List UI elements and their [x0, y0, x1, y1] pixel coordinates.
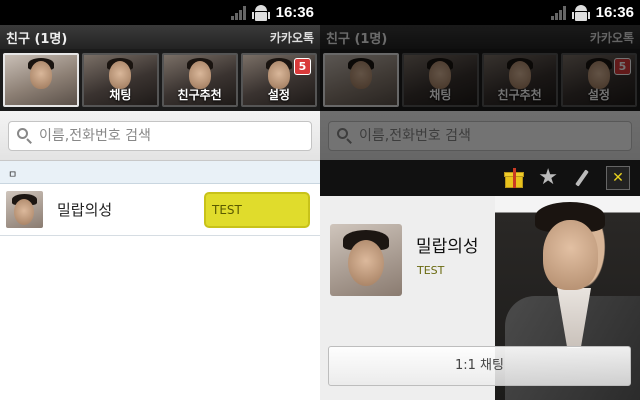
search-area [0, 111, 320, 161]
tab-photo [30, 61, 53, 89]
tab-friends[interactable] [3, 53, 80, 107]
notification-badge: 5 [294, 58, 311, 75]
profile-photo[interactable] [330, 224, 402, 296]
friend-list-item[interactable]: 밀랍의성 TEST [0, 184, 320, 236]
signal-icon [230, 5, 246, 20]
android-icon [251, 4, 270, 21]
tab-photo [109, 61, 132, 89]
friend-name: 밀랍의성 [57, 201, 113, 219]
profile-popup-screen: 16:36 친구 (1명) 카카오톡 채팅 친구추천 5 설정 [320, 0, 640, 400]
profile-popup: 밀랍의성 TEST 1:1 채팅 [320, 196, 640, 400]
tab-label: 채팅 [109, 88, 132, 102]
tab-chat[interactable]: 채팅 [82, 53, 159, 107]
tab-label: 친구추천 [177, 88, 222, 102]
tab-settings[interactable]: 5 설정 [240, 53, 317, 107]
profile-name: 밀랍의성 [416, 237, 479, 257]
profile-status: TEST [417, 264, 445, 277]
tab-photo [188, 61, 211, 89]
one-on-one-chat-button[interactable]: 1:1 채팅 [328, 346, 631, 386]
app-brand: 카카오톡 [269, 30, 314, 45]
page-title: 친구 (1명) [6, 31, 68, 47]
android-icon [571, 4, 590, 21]
avatar[interactable] [6, 191, 43, 228]
pencil-icon[interactable] [572, 168, 592, 188]
section-header: ㅁ [0, 161, 320, 184]
tab-photo [267, 61, 290, 89]
friends-screen: 16:36 친구 (1명) 카카오톡 채팅 친구추천 5 설정 ㅁ [0, 0, 320, 400]
tab-bar: 채팅 친구추천 5 설정 [0, 49, 320, 111]
tab-recommend[interactable]: 친구추천 [161, 53, 238, 107]
status-message-bubble: TEST [204, 192, 310, 228]
tab-label: 설정 [267, 88, 290, 102]
clock: 16:36 [275, 4, 314, 21]
search-box[interactable] [8, 121, 312, 151]
status-bar: 16:36 [0, 0, 320, 25]
dim-overlay [320, 25, 640, 167]
signal-icon [550, 5, 566, 20]
close-icon[interactable]: ✕ [606, 166, 630, 190]
gift-icon[interactable] [504, 168, 525, 188]
title-bar: 친구 (1명) 카카오톡 [0, 25, 320, 49]
clock: 16:36 [595, 4, 634, 21]
status-bar: 16:36 [320, 0, 640, 25]
search-icon [17, 128, 33, 144]
star-icon[interactable]: ★ [538, 167, 558, 189]
search-input[interactable] [39, 128, 279, 144]
profile-action-bar: ★ ✕ [320, 160, 640, 196]
